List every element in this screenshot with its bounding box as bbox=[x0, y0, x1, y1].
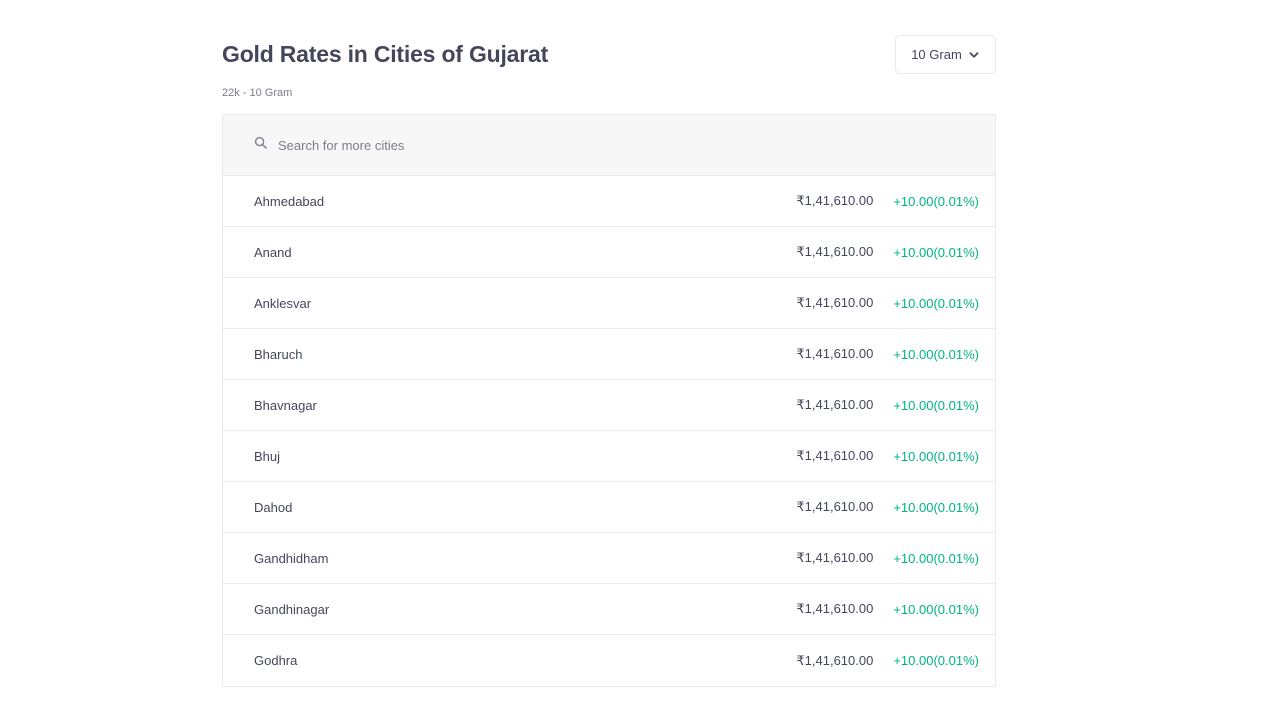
gold-price: ₹1,41,610.00 bbox=[796, 448, 874, 463]
table-row[interactable]: Bhuj ₹1,41,610.00 +10.00(0.01%) bbox=[223, 431, 995, 482]
price-change: +10.00(0.01%) bbox=[893, 244, 979, 260]
table-row[interactable]: Bhavnagar ₹1,41,610.00 +10.00(0.01%) bbox=[223, 380, 995, 431]
city-name[interactable]: Dahod bbox=[254, 500, 796, 515]
price-change: +10.00(0.01%) bbox=[893, 346, 979, 362]
gold-price: ₹1,41,610.00 bbox=[796, 295, 874, 310]
city-name[interactable]: Ahmedabad bbox=[254, 194, 796, 209]
table-row[interactable]: Bharuch ₹1,41,610.00 +10.00(0.01%) bbox=[223, 329, 995, 380]
gold-price: ₹1,41,610.00 bbox=[796, 652, 874, 668]
gold-price: ₹1,41,610.00 bbox=[796, 550, 874, 565]
table-row[interactable]: Gandhinagar ₹1,41,610.00 +10.00(0.01%) bbox=[223, 584, 995, 635]
city-name[interactable]: Godhra bbox=[254, 653, 796, 668]
price-change: +10.00(0.01%) bbox=[893, 601, 979, 617]
table-row[interactable]: Gandhidham ₹1,41,610.00 +10.00(0.01%) bbox=[223, 533, 995, 584]
table-row[interactable]: Godhra ₹1,41,610.00 +10.00(0.01%) bbox=[223, 635, 995, 686]
unit-dropdown[interactable]: 10 Gram bbox=[895, 35, 996, 74]
table-row[interactable]: Anand ₹1,41,610.00 +10.00(0.01%) bbox=[223, 227, 995, 278]
table-row[interactable]: Anklesvar ₹1,41,610.00 +10.00(0.01%) bbox=[223, 278, 995, 329]
city-name[interactable]: Bhavnagar bbox=[254, 398, 796, 413]
city-name[interactable]: Bhuj bbox=[254, 449, 796, 464]
gold-price: ₹1,41,610.00 bbox=[796, 244, 874, 259]
search-bar bbox=[223, 115, 995, 176]
gold-price: ₹1,41,610.00 bbox=[796, 346, 874, 361]
price-change: +10.00(0.01%) bbox=[893, 550, 979, 566]
price-change: +10.00(0.01%) bbox=[893, 193, 979, 209]
price-change: +10.00(0.01%) bbox=[893, 295, 979, 311]
gold-price: ₹1,41,610.00 bbox=[796, 499, 874, 514]
gold-price: ₹1,41,610.00 bbox=[796, 601, 874, 616]
chevron-down-icon bbox=[969, 51, 979, 58]
page: Gold Rates in Cities of Gujarat 22k - 10… bbox=[0, 0, 1280, 720]
page-title: Gold Rates in Cities of Gujarat bbox=[222, 41, 549, 67]
table-row[interactable]: Dahod ₹1,41,610.00 +10.00(0.01%) bbox=[223, 482, 995, 533]
city-name[interactable]: Bharuch bbox=[254, 347, 796, 362]
table-row[interactable]: Ahmedabad ₹1,41,610.00 +10.00(0.01%) bbox=[223, 176, 995, 227]
price-change: +10.00(0.01%) bbox=[893, 499, 979, 515]
gold-price: ₹1,41,610.00 bbox=[796, 193, 874, 208]
price-change: +10.00(0.01%) bbox=[893, 448, 979, 464]
city-list: Ahmedabad ₹1,41,610.00 +10.00(0.01%) Anand ₹… bbox=[223, 176, 995, 686]
section-header: Gold Rates in Cities of Gujarat 22k - 10… bbox=[222, 0, 996, 114]
price-change: +10.00(0.01%) bbox=[893, 653, 979, 668]
city-name[interactable]: Anklesvar bbox=[254, 296, 796, 311]
city-name[interactable]: Anand bbox=[254, 245, 796, 260]
search-icon bbox=[254, 136, 267, 149]
unit-dropdown-label: 10 Gram bbox=[911, 47, 962, 62]
city-name[interactable]: Gandhidham bbox=[254, 551, 796, 566]
city-rates-table: Ahmedabad₹1,41,610.00+10.00(0.01%)Anand₹… bbox=[222, 114, 996, 687]
gold-price: ₹1,41,610.00 bbox=[796, 397, 874, 412]
price-change: +10.00(0.01%) bbox=[893, 397, 979, 413]
search-input[interactable] bbox=[278, 137, 678, 153]
city-name[interactable]: Gandhinagar bbox=[254, 602, 796, 617]
page-subtitle: 22k - 10 Gram bbox=[222, 87, 293, 99]
gold-rates-section: Gold Rates in Cities of Gujarat 22k - 10… bbox=[222, 0, 996, 687]
